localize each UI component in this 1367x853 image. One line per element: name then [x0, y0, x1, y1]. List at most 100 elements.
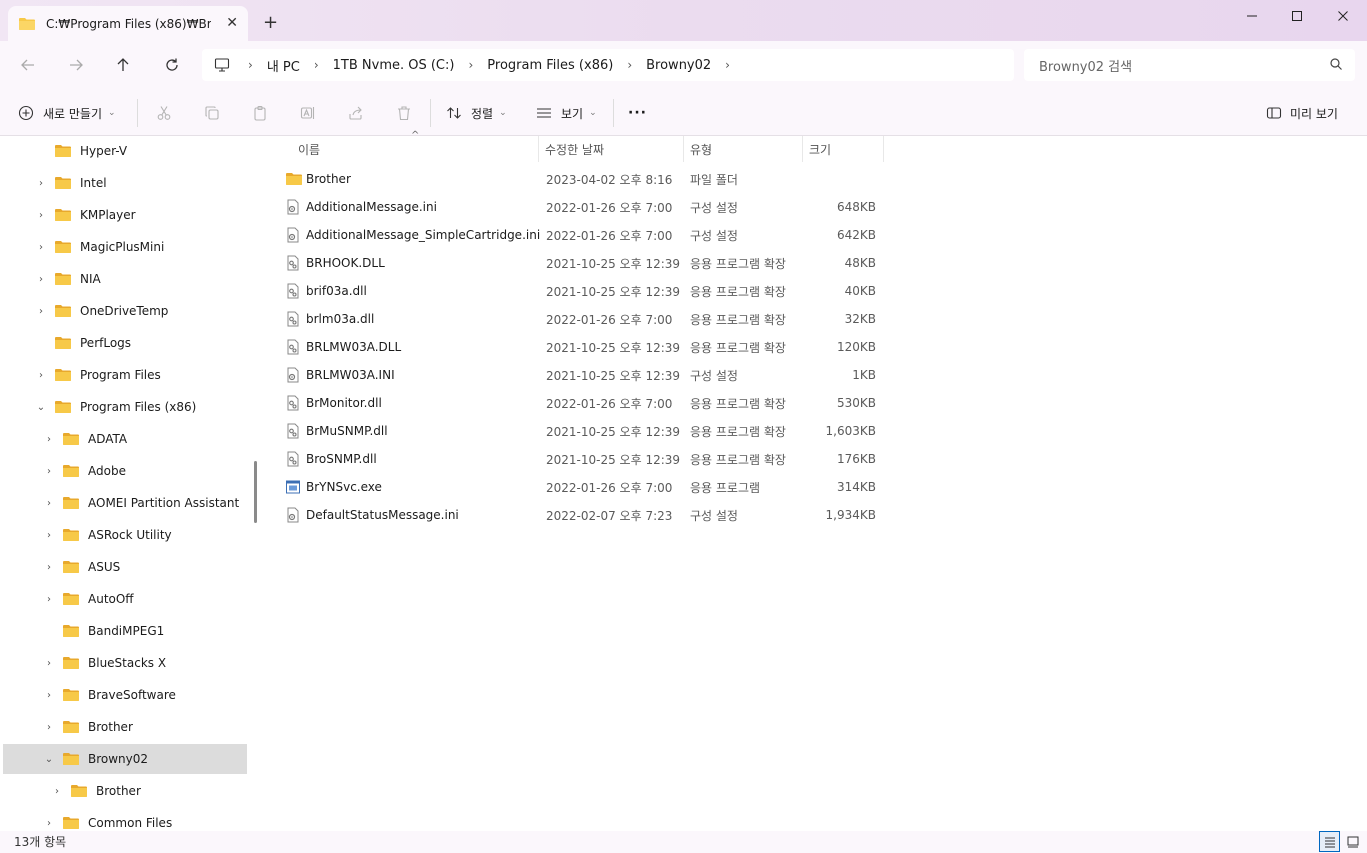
details-view-button[interactable] [1319, 831, 1340, 852]
file-row[interactable]: BRLMW03A.INI 2021-10-25 오후 12:39 구성 설정 1KB [279, 361, 1339, 389]
breadcrumb-browny02[interactable]: Browny02 [646, 58, 711, 73]
sidebar-item[interactable]: ⌄ Browny02 [3, 744, 247, 774]
chevron-right-icon[interactable]: › [725, 58, 730, 72]
sidebar-item[interactable]: › Brother [0, 712, 248, 742]
sidebar-item-label: Program Files [80, 368, 161, 382]
sidebar-item-label: AOMEI Partition Assistant [88, 496, 240, 510]
up-button[interactable] [111, 53, 135, 77]
large-icons-view-button[interactable] [1342, 831, 1363, 852]
sidebar-item[interactable]: › ASUS [0, 552, 248, 582]
sidebar-item[interactable]: › AutoOff [0, 584, 248, 614]
dll-file-icon [287, 423, 299, 439]
file-row[interactable]: AdditionalMessage_SimpleCartridge.ini 202… [279, 221, 1339, 249]
file-row[interactable]: BRHOOK.DLL 2021-10-25 오후 12:39 응용 프로그램 확장 4… [279, 249, 1339, 277]
sidebar-item[interactable]: › AOMEI Partition Assistant [0, 488, 248, 518]
chevron-right-icon[interactable]: › [468, 58, 473, 72]
paste-button[interactable] [249, 102, 271, 124]
chevron-right-icon[interactable]: › [36, 178, 46, 189]
file-row[interactable]: AdditionalMessage.ini 2022-01-26 오후 7:00 구… [279, 193, 1339, 221]
file-row[interactable]: DefaultStatusMessage.ini 2022-02-07 오후 7:… [279, 501, 1339, 529]
sidebar-item[interactable]: › Adobe [0, 456, 248, 486]
sidebar-item[interactable]: › MagicPlusMini [0, 232, 248, 262]
close-window-button[interactable] [1331, 6, 1355, 26]
column-header-date-label: 수정한 날짜 [545, 142, 605, 157]
sidebar-item[interactable]: › ADATA [0, 424, 248, 454]
search-input[interactable]: Browny02 검색 [1024, 49, 1355, 81]
chevron-right-icon[interactable]: › [44, 818, 54, 829]
chevron-right-icon[interactable]: › [36, 242, 46, 253]
new-tab-button[interactable]: + [263, 12, 278, 33]
rename-button[interactable] [297, 102, 319, 124]
file-row[interactable]: brif03a.dll 2021-10-25 오후 12:39 응용 프로그램 확장… [279, 277, 1339, 305]
file-row[interactable]: brlm03a.dll 2022-01-26 오후 7:00 응용 프로그램 확장 3… [279, 305, 1339, 333]
sidebar-item[interactable]: › Program Files [0, 360, 248, 390]
chevron-right-icon[interactable]: › [52, 786, 62, 797]
chevron-right-icon[interactable]: › [44, 498, 54, 509]
chevron-right-icon[interactable]: › [44, 690, 54, 701]
more-options-button[interactable]: ··· [628, 102, 647, 124]
breadcrumb-drive-c[interactable]: 1TB Nvme. OS (C:) [333, 58, 455, 73]
file-row[interactable]: BrMuSNMP.dll 2021-10-25 오후 12:39 응용 프로그램 확… [279, 417, 1339, 445]
breadcrumb-program-files-x86[interactable]: Program Files (x86) [487, 58, 613, 73]
chevron-down-icon[interactable]: ⌄ [44, 754, 54, 765]
chevron-right-icon[interactable]: › [36, 370, 46, 381]
sidebar-item[interactable]: › BraveSoftware [0, 680, 248, 710]
sidebar-item[interactable]: › Intel [0, 168, 248, 198]
file-row[interactable]: BroSNMP.dll 2021-10-25 오후 12:39 응용 프로그램 확장… [279, 445, 1339, 473]
navigation-pane-scrollbar[interactable] [254, 461, 257, 523]
column-header-name[interactable]: 이름 [292, 136, 539, 162]
share-button[interactable] [345, 102, 367, 124]
file-date: 2021-10-25 오후 12:39 [546, 452, 681, 467]
sidebar-item[interactable]: › NIA [0, 264, 248, 294]
sidebar-item[interactable]: ⌄ Program Files (x86) [0, 392, 248, 422]
view-button[interactable]: 보기 ⌄ [536, 102, 597, 124]
sidebar-item[interactable]: › KMPlayer [0, 200, 248, 230]
dll-file-icon [287, 311, 299, 327]
sort-button[interactable]: 정렬 ⌄ [446, 102, 507, 124]
chevron-right-icon[interactable]: › [44, 530, 54, 541]
chevron-right-icon[interactable]: › [44, 594, 54, 605]
refresh-button[interactable] [160, 53, 184, 77]
chevron-right-icon[interactable]: › [44, 466, 54, 477]
chevron-right-icon[interactable]: › [44, 722, 54, 733]
sidebar-item[interactable]: Hyper-V [0, 136, 248, 166]
file-row[interactable]: BrMonitor.dll 2022-01-26 오후 7:00 응용 프로그램 확… [279, 389, 1339, 417]
copy-button[interactable] [201, 102, 223, 124]
sidebar-item[interactable]: › ASRock Utility [0, 520, 248, 550]
file-row[interactable]: BRLMW03A.DLL 2021-10-25 오후 12:39 응용 프로그램 확… [279, 333, 1339, 361]
sidebar-item[interactable]: › Brother [0, 776, 248, 806]
breadcrumb-my-pc[interactable]: 내 PC [267, 56, 300, 75]
file-size: 48KB [844, 256, 876, 270]
file-row[interactable]: BrYNSvc.exe 2022-01-26 오후 7:00 응용 프로그램 314K… [279, 473, 1339, 501]
sidebar-item[interactable]: BandiMPEG1 [0, 616, 248, 646]
column-header-date[interactable]: 수정한 날짜 [539, 136, 684, 162]
cut-button[interactable] [153, 102, 175, 124]
file-date: 2021-10-25 오후 12:39 [546, 424, 681, 439]
maximize-button[interactable] [1285, 6, 1309, 26]
active-tab[interactable]: C:₩Program Files (x86)₩Browny02 ✕ [8, 6, 248, 41]
sidebar-item[interactable]: › Common Files [0, 808, 248, 831]
chevron-right-icon[interactable]: › [36, 210, 46, 221]
chevron-right-icon[interactable]: › [36, 306, 46, 317]
chevron-right-icon[interactable]: › [44, 658, 54, 669]
column-header-size[interactable]: 크기 [803, 136, 884, 162]
minimize-button[interactable] [1240, 6, 1264, 26]
chevron-right-icon[interactable]: › [36, 274, 46, 285]
chevron-right-icon[interactable]: › [44, 562, 54, 573]
chevron-right-icon[interactable]: › [314, 58, 319, 72]
sidebar-item[interactable]: PerfLogs [0, 328, 248, 358]
back-button[interactable] [16, 53, 40, 77]
chevron-right-icon[interactable]: › [627, 58, 632, 72]
file-row[interactable]: Brother 2023-04-02 오후 8:16 파일 폴더 [279, 165, 1339, 193]
chevron-down-icon[interactable]: ⌄ [36, 402, 46, 413]
new-button[interactable]: 새로 만들기 ⌄ [18, 102, 116, 124]
close-tab-button[interactable]: ✕ [226, 15, 238, 31]
preview-pane-button[interactable]: 미리 보기 [1266, 102, 1338, 124]
forward-button[interactable] [64, 53, 88, 77]
address-bar[interactable]: › 내 PC › 1TB Nvme. OS (C:) › Program Fil… [202, 49, 1014, 81]
column-header-type[interactable]: 유형 [684, 136, 803, 162]
sidebar-item[interactable]: › BlueStacks X [0, 648, 248, 678]
delete-button[interactable] [393, 102, 415, 124]
sidebar-item[interactable]: › OneDriveTemp [0, 296, 248, 326]
chevron-right-icon[interactable]: › [44, 434, 54, 445]
